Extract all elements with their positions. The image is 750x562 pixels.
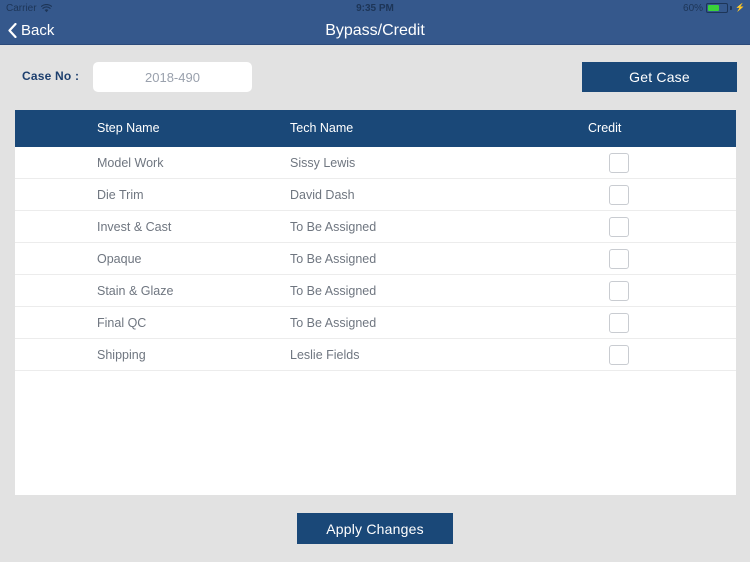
get-case-button[interactable]: Get Case xyxy=(582,62,737,92)
credit-checkbox[interactable] xyxy=(609,345,629,365)
cell-step-name: Invest & Cast xyxy=(97,220,172,234)
cell-step-name: Opaque xyxy=(97,252,142,266)
battery-percent-label: 60% xyxy=(683,2,704,14)
status-bar-right: 60% ⚡ xyxy=(683,3,745,14)
steps-table: Step Name Tech Name Credit Model Work Sis… xyxy=(15,110,736,495)
status-bar-time: 9:35 PM xyxy=(356,2,394,14)
case-no-label: Case No : xyxy=(22,69,80,83)
cell-credit xyxy=(588,275,650,307)
cell-tech-name: Leslie Fields xyxy=(290,348,360,362)
status-bar: Carrier 9:35 PM 60% ⚡ xyxy=(0,0,750,16)
credit-checkbox[interactable] xyxy=(609,249,629,269)
cell-step-name: Model Work xyxy=(97,156,164,170)
cell-tech-name: To Be Assigned xyxy=(290,220,377,234)
cell-step-name: Final QC xyxy=(97,316,147,330)
credit-checkbox[interactable] xyxy=(609,313,629,333)
column-header-tech-name: Tech Name xyxy=(290,121,354,135)
cell-credit xyxy=(588,179,650,211)
cell-credit xyxy=(588,243,650,275)
cell-tech-name: To Be Assigned xyxy=(290,252,377,266)
table-row: Stain & Glaze To Be Assigned xyxy=(15,275,736,307)
apply-changes-button[interactable]: Apply Changes xyxy=(297,513,453,544)
cell-tech-name: To Be Assigned xyxy=(290,284,377,298)
credit-checkbox[interactable] xyxy=(609,217,629,237)
cell-credit xyxy=(588,147,650,179)
credit-checkbox[interactable] xyxy=(609,185,629,205)
cell-credit xyxy=(588,211,650,243)
table-row: Model Work Sissy Lewis xyxy=(15,147,736,179)
credit-checkbox[interactable] xyxy=(609,281,629,301)
table-row: Die Trim David Dash xyxy=(15,179,736,211)
column-header-credit: Credit xyxy=(588,121,622,135)
navigation-bar: Back Bypass/Credit xyxy=(0,16,750,45)
table-body: Model Work Sissy Lewis Die Trim David Dash I… xyxy=(15,147,736,371)
table-row: Opaque To Be Assigned xyxy=(15,243,736,275)
cell-credit xyxy=(588,339,650,371)
case-no-input[interactable] xyxy=(93,62,252,92)
table-row: Final QC To Be Assigned xyxy=(15,307,736,339)
credit-checkbox[interactable] xyxy=(609,153,629,173)
cell-step-name: Die Trim xyxy=(97,188,144,202)
table-header-row: Step Name Tech Name Credit xyxy=(15,110,736,147)
column-header-step-name: Step Name xyxy=(97,121,160,135)
cell-credit xyxy=(588,307,650,339)
table-row: Invest & Cast To Be Assigned xyxy=(15,211,736,243)
cell-tech-name: To Be Assigned xyxy=(290,316,377,330)
cell-tech-name: Sissy Lewis xyxy=(290,156,356,170)
battery-cap-icon xyxy=(730,6,733,10)
cell-step-name: Stain & Glaze xyxy=(97,284,174,298)
table-row: Shipping Leslie Fields xyxy=(15,339,736,371)
page-title: Bypass/Credit xyxy=(325,22,425,39)
cell-step-name: Shipping xyxy=(97,348,146,362)
cell-tech-name: David Dash xyxy=(290,188,355,202)
lightning-bolt-icon: ⚡ xyxy=(735,3,745,12)
battery-icon xyxy=(706,3,729,13)
